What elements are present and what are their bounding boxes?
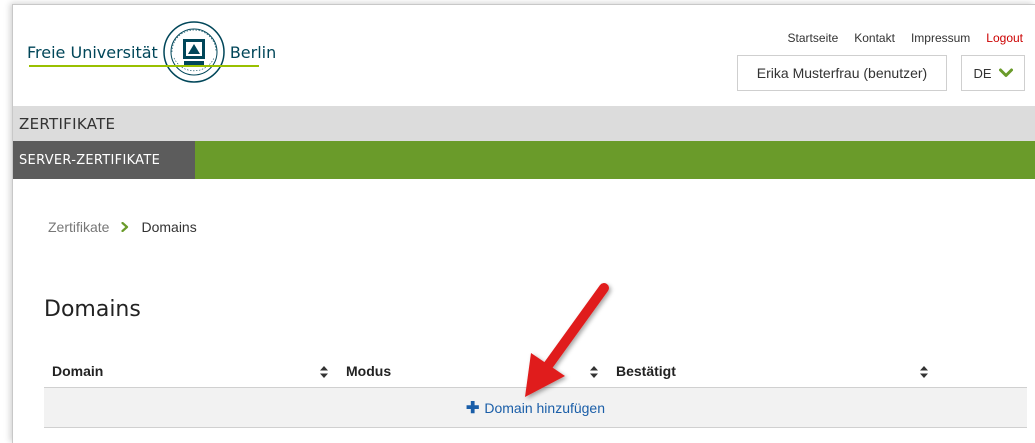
sort-icon[interactable]: [920, 365, 928, 378]
nav-link-contact[interactable]: Kontakt: [854, 31, 895, 45]
page-title: Domains: [44, 297, 141, 322]
section-bar: ZERTIFIKATE: [13, 106, 1035, 141]
language-value: DE: [973, 65, 992, 81]
column-label: Modus: [346, 362, 392, 379]
add-domain-button[interactable]: ✚ Domain hinzufügen: [466, 398, 605, 418]
user-name: Erika Musterfrau (benutzer): [756, 65, 928, 81]
logo-text-right: Berlin: [229, 42, 277, 62]
column-header-domain[interactable]: Domain: [44, 354, 338, 388]
university-logo[interactable]: Freie Universität Berlin: [27, 17, 276, 87]
user-account-button[interactable]: Erika Musterfrau (benutzer): [737, 55, 947, 91]
top-navigation: Startseite Kontakt Impressum Logout: [788, 31, 1023, 45]
add-domain-row: ✚ Domain hinzufügen: [44, 388, 1027, 428]
breadcrumb-link-certificates[interactable]: Zertifikate: [48, 219, 109, 235]
sort-icon[interactable]: [320, 365, 328, 378]
nav-link-home[interactable]: Startseite: [788, 31, 839, 45]
chevron-right-icon: [121, 222, 129, 232]
add-domain-label: Domain hinzufügen: [484, 399, 606, 416]
column-header-confirmed[interactable]: Bestätigt: [608, 354, 938, 388]
logo-underline: [29, 65, 259, 67]
logo-text-left: Freie Universität: [27, 42, 158, 62]
column-header-mode[interactable]: Modus: [338, 354, 608, 388]
column-label: Bestätigt: [616, 362, 676, 379]
tab-server-certificates[interactable]: SERVER-ZERTIFIKATE: [13, 141, 195, 179]
breadcrumb-current: Domains: [141, 219, 197, 235]
breadcrumb: Zertifikate Domains: [48, 219, 197, 235]
table-header: Domain Modus Bestätigt: [44, 354, 1027, 388]
nav-link-imprint[interactable]: Impressum: [911, 31, 970, 45]
section-title[interactable]: ZERTIFIKATE: [19, 115, 115, 133]
tab-label: SERVER-ZERTIFIKATE: [19, 152, 161, 168]
column-label: Domain: [52, 362, 104, 379]
domains-table: Domain Modus Bestätigt ✚ Domain hinzufüg…: [44, 354, 1027, 428]
page-frame: Freie Universität Berlin Startseite Kont…: [12, 4, 1035, 443]
university-seal-icon: [163, 21, 225, 83]
chevron-down-icon: [998, 68, 1013, 77]
logout-link[interactable]: Logout: [986, 31, 1023, 45]
subnav-bar: SERVER-ZERTIFIKATE: [13, 141, 1035, 179]
language-selector[interactable]: DE: [961, 55, 1025, 91]
plus-icon: ✚: [465, 399, 480, 417]
sort-icon[interactable]: [590, 365, 598, 378]
